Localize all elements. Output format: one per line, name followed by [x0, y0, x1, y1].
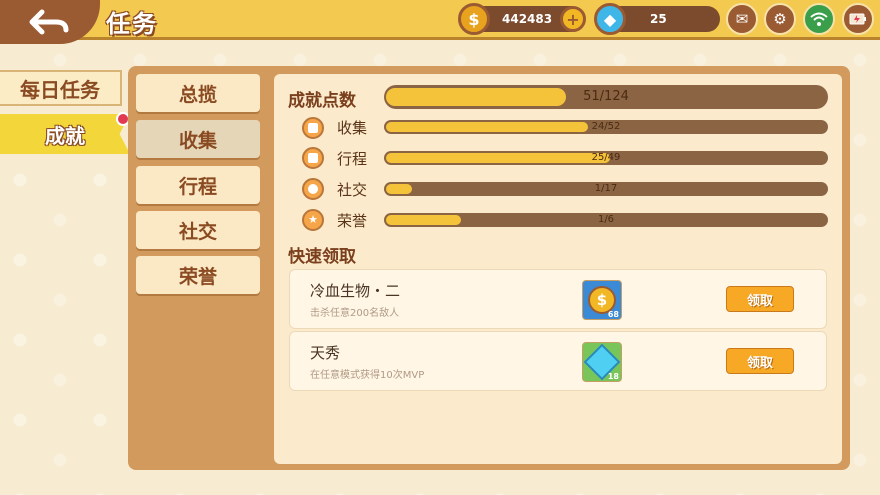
coin-amount: 442483: [502, 12, 553, 26]
honor-progress-text: 1/6: [597, 214, 615, 225]
wifi-icon: [810, 12, 828, 26]
quick-claim-title: 快速领取: [288, 247, 356, 267]
tab-achievements[interactable]: 成就: [0, 114, 130, 154]
journey-progress-bar: 25/49: [384, 151, 828, 165]
quest-card: 冷血生物・二 击杀任意200名敌人 $ 68 领取: [289, 269, 827, 329]
collection-icon: [302, 117, 324, 139]
coin-counter: $ 442483 +: [458, 3, 586, 35]
quest-name: 天秀: [310, 344, 341, 362]
quest-description: 在任意模式获得10次MVP: [310, 370, 425, 381]
category-social[interactable]: 社交: [136, 211, 260, 249]
collection-progress-bar: 24/52: [384, 120, 828, 134]
claim-button[interactable]: 领取: [726, 348, 794, 374]
honor-star-icon: ★: [302, 209, 324, 231]
add-coins-button[interactable]: +: [560, 6, 586, 32]
tab-daily-tasks[interactable]: 每日任务: [0, 70, 122, 106]
claim-button[interactable]: 领取: [726, 286, 794, 312]
collection-progress-text: 24/52: [591, 121, 621, 132]
collection-label: 收集: [337, 119, 368, 137]
category-overview[interactable]: 总揽: [136, 74, 260, 112]
page-title: 任务: [106, 10, 158, 38]
settings-button[interactable]: ⚙: [764, 3, 796, 35]
quest-description: 击杀任意200名敌人: [310, 308, 400, 319]
reward-count: 18: [607, 372, 619, 381]
gear-icon: ⚙: [773, 10, 787, 28]
category-journey[interactable]: 行程: [136, 166, 260, 204]
category-collection[interactable]: 收集: [136, 120, 260, 158]
mail-button[interactable]: ✉: [726, 3, 758, 35]
mail-icon: ✉: [735, 10, 749, 28]
reward-count: 68: [607, 310, 619, 319]
journey-icon: [302, 147, 324, 169]
gem-icon: ◆: [594, 3, 626, 35]
quest-card: 天秀 在任意模式获得10次MVP 18 领取: [289, 331, 827, 391]
honor-progress-bar: 1/6: [384, 213, 828, 227]
coin-icon: $: [458, 3, 490, 35]
quest-name: 冷血生物・二: [310, 282, 401, 300]
reward-item[interactable]: $ 68: [582, 280, 622, 320]
social-label: 社交: [337, 181, 368, 199]
achievement-points-title: 成就点数: [288, 91, 356, 111]
reward-item[interactable]: 18: [582, 342, 622, 382]
total-progress-bar: 51/124: [384, 85, 828, 109]
category-honor[interactable]: 荣誉: [136, 256, 260, 294]
battery-icon: [849, 13, 866, 25]
total-progress-text: 51/124: [583, 89, 629, 104]
social-icon: [302, 178, 324, 200]
battery-indicator: [842, 3, 874, 35]
social-progress-bar: 1/17: [384, 182, 828, 196]
honor-label: 荣誉: [337, 212, 368, 230]
back-arrow-icon: [29, 9, 69, 35]
social-progress-text: 1/17: [594, 183, 618, 194]
journey-label: 行程: [337, 150, 368, 168]
wifi-indicator: [803, 3, 835, 35]
gem-amount: 25: [650, 12, 667, 26]
gem-counter: ◆ 25: [594, 3, 720, 35]
journey-progress-text: 25/49: [591, 152, 621, 163]
